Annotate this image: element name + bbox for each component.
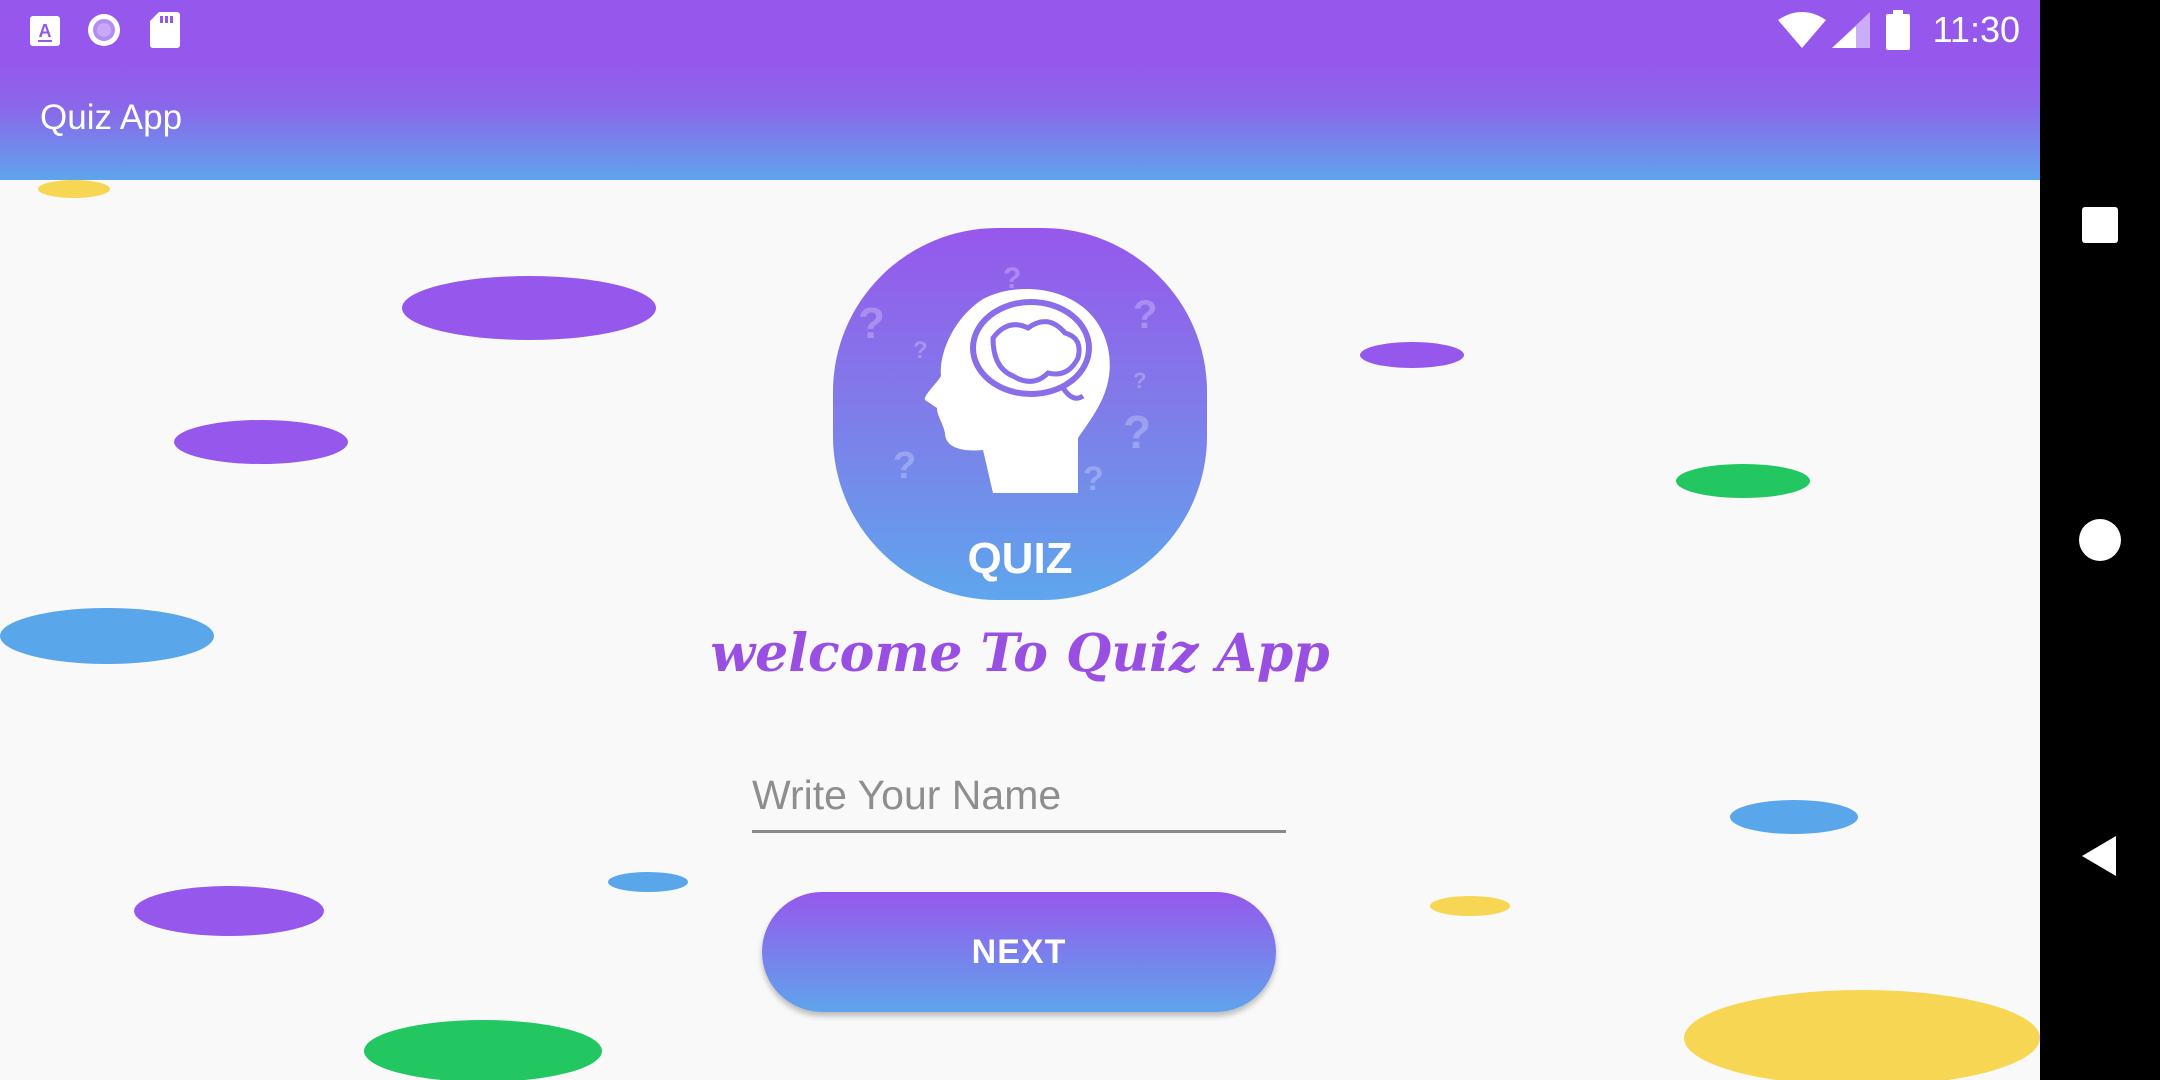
record-icon [88,14,120,46]
svg-text:?: ? [1133,293,1157,337]
decorative-blob [0,608,214,664]
svg-text:?: ? [1083,460,1104,498]
decorative-blob [364,1020,602,1080]
logo-text: QUIZ [967,534,1072,583]
status-bar: A 11:30 [0,0,2040,60]
app-screen: A 11:30 Quiz App ? ? ? ? ? ? ? ? QUIZ we… [0,0,2040,1080]
decorative-blob [1430,896,1510,916]
wifi-icon [1778,12,1826,48]
svg-text:?: ? [913,337,928,364]
svg-text:?: ? [858,299,885,348]
decorative-blob [1676,464,1810,498]
svg-text:?: ? [1123,406,1151,458]
app-title: Quiz App [40,98,183,137]
navigation-bar [2040,0,2160,1080]
name-input[interactable] [752,760,1286,833]
svg-text:?: ? [893,445,916,487]
sd-card-icon [150,12,180,48]
decorative-blob [174,420,348,464]
head-brain-icon: ? ? ? ? ? ? ? ? QUIZ [858,262,1157,583]
svg-text:?: ? [1133,368,1146,393]
back-triangle-icon[interactable] [2080,834,2118,878]
quiz-logo: ? ? ? ? ? ? ? ? QUIZ [833,228,1207,600]
status-clock: 11:30 [1932,9,2020,50]
battery-icon [1886,10,1910,50]
decorative-blob [1360,342,1464,368]
app-bar [0,60,2040,180]
decorative-blob [38,180,110,198]
decorative-blob [402,276,656,340]
decorative-blob [1730,800,1858,834]
recents-square-icon[interactable] [2080,205,2120,245]
cell-signal-icon [1832,12,1870,48]
welcome-title: welcome To Quiz App [710,623,1330,684]
text-notification-icon: A [30,16,60,46]
decorative-blob [608,872,688,892]
next-button[interactable]: NEXT [762,892,1276,1012]
decorative-blob [134,886,324,936]
home-circle-icon[interactable] [2078,518,2122,562]
decorative-blob [1684,990,2040,1080]
svg-text:A: A [39,21,52,41]
